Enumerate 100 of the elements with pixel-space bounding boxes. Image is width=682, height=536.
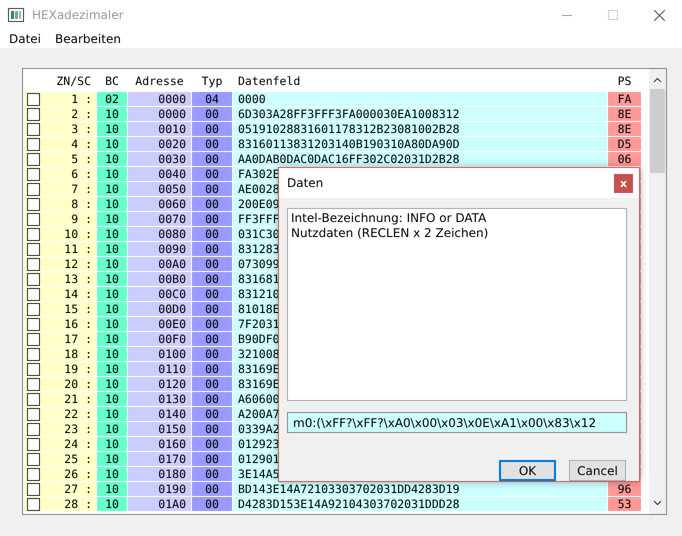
table-cell: 10 <box>97 392 127 406</box>
close-icon[interactable] <box>654 10 664 20</box>
checkbox[interactable] <box>27 392 40 406</box>
column-header: Typ <box>200 74 224 88</box>
table-cell: 10 <box>97 332 127 346</box>
checkbox[interactable] <box>27 422 40 436</box>
table-cell: 00 <box>192 317 232 331</box>
table-cell: 0010 <box>128 122 191 136</box>
checkbox[interactable] <box>27 348 40 360</box>
checkbox[interactable] <box>27 212 40 226</box>
table-cell: 00 <box>192 362 232 376</box>
table-cell: 10 <box>97 467 127 481</box>
row-number-cell: 13 : <box>24 272 96 286</box>
table-cell: 10 <box>97 287 127 301</box>
row-number-cell: 2 : <box>24 107 96 121</box>
column-header: ZN/SC <box>55 74 92 88</box>
row-number-cell: 23 : <box>24 422 96 436</box>
table-cell: 00B0 <box>128 272 191 286</box>
row-number-cell: 1 : <box>24 92 96 106</box>
table-cell: 00 <box>192 257 232 271</box>
checkbox[interactable] <box>27 302 40 316</box>
table-cell: 00 <box>192 302 232 316</box>
row-number-cell: 21 : <box>24 392 96 406</box>
checkbox[interactable] <box>27 138 40 150</box>
table-cell: 0060 <box>128 197 191 211</box>
row-number-cell: 7 : <box>24 182 96 196</box>
checkbox[interactable] <box>27 92 40 106</box>
checkbox[interactable] <box>27 122 40 136</box>
table-cell: 83160113831203140B190310A80DA90D <box>233 137 607 151</box>
app-icon <box>8 7 24 23</box>
checkbox[interactable] <box>27 228 40 240</box>
checkbox[interactable] <box>27 378 40 390</box>
checkbox[interactable] <box>27 452 40 466</box>
table-cell: 10 <box>97 197 127 211</box>
dialog-button[interactable]: OK <box>499 460 556 481</box>
table-cell: 10 <box>97 182 127 196</box>
checkbox[interactable] <box>27 498 40 510</box>
checkbox[interactable] <box>27 168 40 180</box>
table-cell: 0110 <box>128 362 191 376</box>
scroll-down-icon[interactable] <box>653 500 662 506</box>
table-cell: 10 <box>97 107 127 121</box>
checkbox[interactable] <box>27 362 40 376</box>
checkbox[interactable] <box>27 182 40 196</box>
checkbox[interactable] <box>27 258 40 270</box>
text-line: Nutzdaten (RECLEN x 2 Zeichen) <box>291 226 490 241</box>
table-cell: 00 <box>192 122 232 136</box>
scroll-thumb[interactable] <box>650 89 665 173</box>
close-button[interactable]: x <box>614 174 633 192</box>
table-cell: 0190 <box>128 482 191 496</box>
table-cell: 8E <box>608 122 641 136</box>
row-number-cell: 25 : <box>24 452 96 466</box>
checkbox[interactable] <box>27 318 40 330</box>
table-cell: 05191028831601178312B23081002B28 <box>233 122 607 136</box>
text-area[interactable]: Intel-Bezeichnung: INFO or DATA Nutzdaten (RECLEN x 2 Zeichen) <box>287 208 627 401</box>
table-cell: D4283D153E14A92104303702031DDD28 <box>233 497 607 511</box>
table-cell: 10 <box>97 377 127 391</box>
scrollbar[interactable] <box>649 69 666 514</box>
checkbox[interactable] <box>27 152 40 166</box>
minimize-icon[interactable] <box>562 14 572 16</box>
table-cell: 00 <box>192 377 232 391</box>
checkbox[interactable] <box>27 468 40 480</box>
table-cell: 00 <box>192 167 232 181</box>
table-cell: 10 <box>97 482 127 496</box>
table-cell: 00 <box>192 212 232 226</box>
checkbox[interactable] <box>27 332 40 346</box>
row-number-cell: 16 : <box>24 317 96 331</box>
table-cell: 00E0 <box>128 317 191 331</box>
table-cell: 00 <box>192 152 232 166</box>
scroll-up-icon[interactable] <box>653 77 662 83</box>
table-cell: 6D303A28FF3FFF3FA000030EA1008312 <box>233 107 607 121</box>
checkbox[interactable] <box>27 272 40 286</box>
menu-item[interactable]: Bearbeiten <box>50 32 126 46</box>
checkbox[interactable] <box>27 482 40 496</box>
table-cell: 00A0 <box>128 257 191 271</box>
table-cell: 0130 <box>128 392 191 406</box>
table-cell: 00 <box>192 137 232 151</box>
checkbox[interactable] <box>27 242 40 256</box>
table-cell: 00F0 <box>128 332 191 346</box>
checkbox[interactable] <box>27 108 40 120</box>
table-cell: 0170 <box>128 452 191 466</box>
menu-item[interactable]: Datei <box>4 32 46 46</box>
table-cell: 10 <box>97 122 127 136</box>
table-cell: 00 <box>192 437 232 451</box>
checkbox[interactable] <box>27 198 40 210</box>
table-cell: D5 <box>608 137 641 151</box>
table-cell: 0030 <box>128 152 191 166</box>
checkbox[interactable] <box>27 408 40 420</box>
dialog-button[interactable]: Cancel <box>569 460 626 481</box>
table-cell: 0000 <box>128 92 191 106</box>
table-cell: 10 <box>97 257 127 271</box>
checkbox[interactable] <box>27 288 40 300</box>
row-number-cell: 3 : <box>24 122 96 136</box>
table-cell: 00 <box>192 197 232 211</box>
input-field[interactable]: m0:(\xFF?\xFF?\xA0\x00\x03\x0E\xA1\x00\x83\x12 <box>287 412 627 433</box>
checkbox[interactable] <box>27 438 40 450</box>
column-header: Adresse <box>134 74 185 88</box>
table-cell: 04 <box>192 92 232 106</box>
row-number-cell: 12 : <box>24 257 96 271</box>
row-number-cell: 27 : <box>24 482 96 496</box>
table-cell: 10 <box>97 227 127 241</box>
